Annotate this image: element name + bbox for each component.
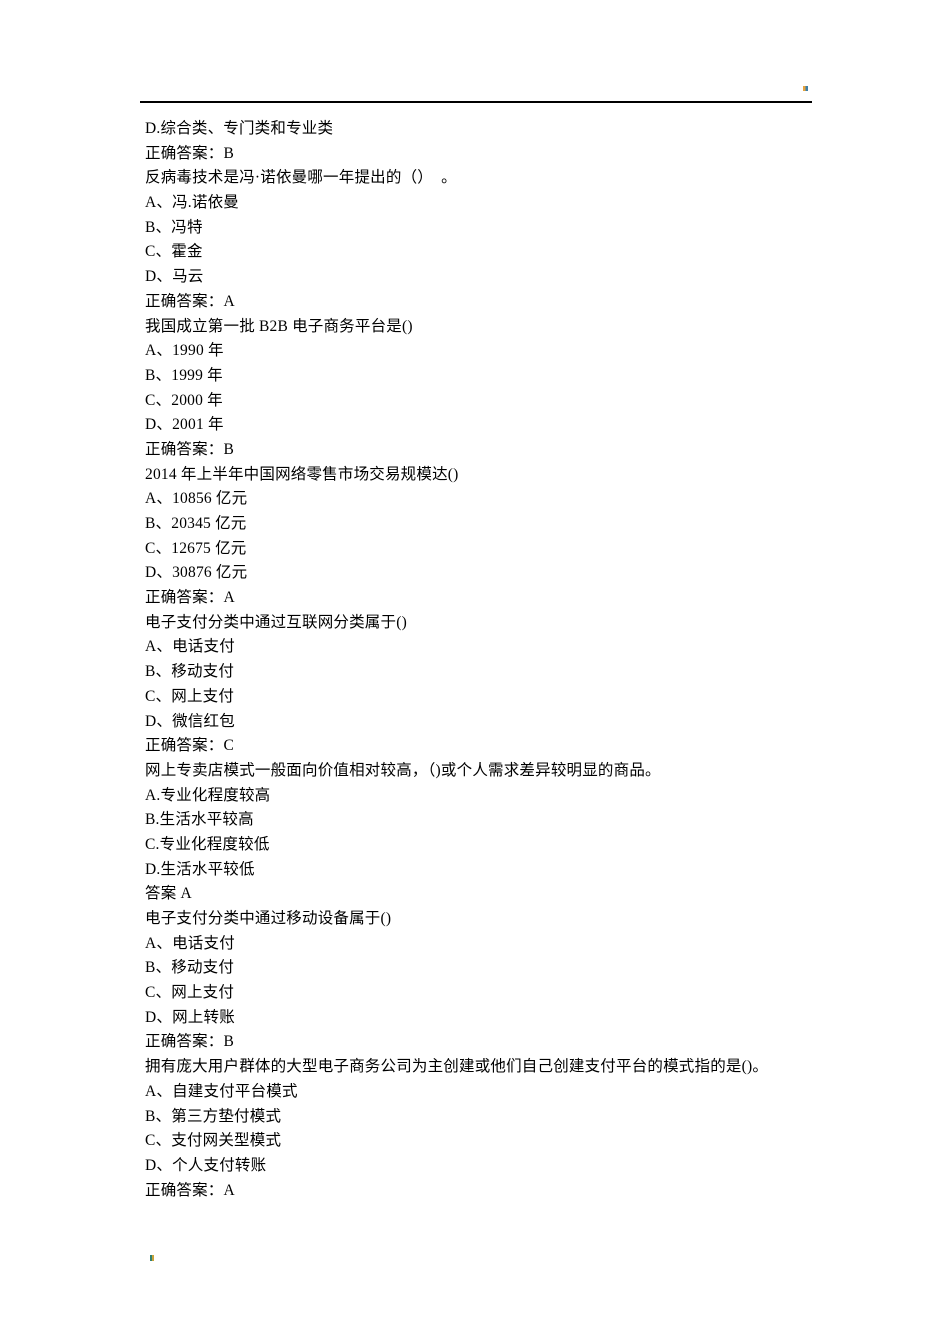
- option-line: D.生活水平较低: [145, 860, 255, 878]
- option-line: C、2000 年: [145, 391, 223, 409]
- option-line: B、第三方垫付模式: [145, 1107, 282, 1125]
- option-line: C、网上支付: [145, 687, 235, 705]
- question-line: 反病毒技术是冯·诺依曼哪一年提出的（） 。: [145, 169, 457, 187]
- option-line: C、支付网关型模式: [145, 1132, 282, 1150]
- answer-line: 正确答案：C: [145, 737, 235, 755]
- header-color-mark-icon: [803, 86, 808, 91]
- option-line: B、移动支付: [145, 959, 235, 977]
- document-body: D.综合类、专门类和专业类 正确答案：B 反病毒技术是冯·诺依曼哪一年提出的（） 。…: [0, 103, 945, 1203]
- answer-line: 正确答案：B: [145, 1033, 235, 1051]
- answer-line: 正确答案：B: [145, 144, 235, 162]
- question-line: 我国成立第一批 B2B 电子商务平台是(): [145, 317, 413, 335]
- option-line: D、个人支付转账: [145, 1156, 267, 1174]
- page-header: [0, 0, 945, 103]
- option-line: A、10856 亿元: [145, 490, 248, 508]
- option-line: B.生活水平较高: [145, 811, 254, 829]
- option-line: A、冯.诺依曼: [145, 194, 239, 212]
- footer-color-mark-icon: [150, 1255, 154, 1261]
- body-top-spacer: [0, 103, 945, 117]
- answer-line: 正确答案：A: [145, 1181, 235, 1199]
- option-line: B、20345 亿元: [145, 515, 247, 532]
- option-line: B、移动支付: [145, 663, 235, 681]
- question-line: 2014 年上半年中国网络零售市场交易规模达(): [145, 465, 459, 483]
- question-line: 拥有庞大用户群体的大型电子商务公司为主创建或他们自己创建支付平台的模式指的是()…: [145, 1058, 769, 1076]
- option-line: D、2001 年: [145, 416, 224, 434]
- option-line: D.综合类、专门类和专业类: [145, 120, 334, 137]
- option-line: A、电话支付: [145, 638, 235, 656]
- option-line: C、网上支付: [145, 984, 235, 1002]
- option-line: C、霍金: [145, 243, 203, 261]
- document-line-list: D.综合类、专门类和专业类 正确答案：B 反病毒技术是冯·诺依曼哪一年提出的（） 。…: [0, 117, 945, 1203]
- document-page: D.综合类、专门类和专业类 正确答案：B 反病毒技术是冯·诺依曼哪一年提出的（） 。…: [0, 0, 945, 1337]
- option-line: A、1990 年: [145, 342, 224, 360]
- option-line: B、1999 年: [145, 366, 223, 384]
- answer-line: 答案 A: [145, 885, 192, 903]
- option-line: C.专业化程度较低: [145, 835, 270, 853]
- question-line: 网上专卖店模式一般面向价值相对较高，（)或个人需求差异较明显的商品。: [145, 761, 661, 779]
- answer-line: 正确答案：A: [145, 292, 235, 310]
- answer-line: 正确答案：A: [145, 589, 235, 607]
- page-footer: [0, 1240, 945, 1337]
- option-line: D、30876 亿元: [145, 564, 248, 582]
- answer-line: 正确答案：B: [145, 440, 235, 458]
- option-line: C、12675 亿元: [145, 539, 247, 557]
- option-line: D、网上转账: [145, 1008, 235, 1026]
- option-line: D、微信红包: [145, 712, 235, 730]
- question-line: 电子支付分类中通过互联网分类属于(): [145, 613, 407, 631]
- option-line: A、电话支付: [145, 934, 235, 952]
- option-line: A.专业化程度较高: [145, 786, 271, 804]
- option-line: D、马云: [145, 268, 204, 286]
- question-line: 电子支付分类中通过移动设备属于(): [145, 910, 392, 927]
- option-line: A、自建支付平台模式: [145, 1082, 298, 1100]
- option-line: B、冯特: [145, 218, 203, 236]
